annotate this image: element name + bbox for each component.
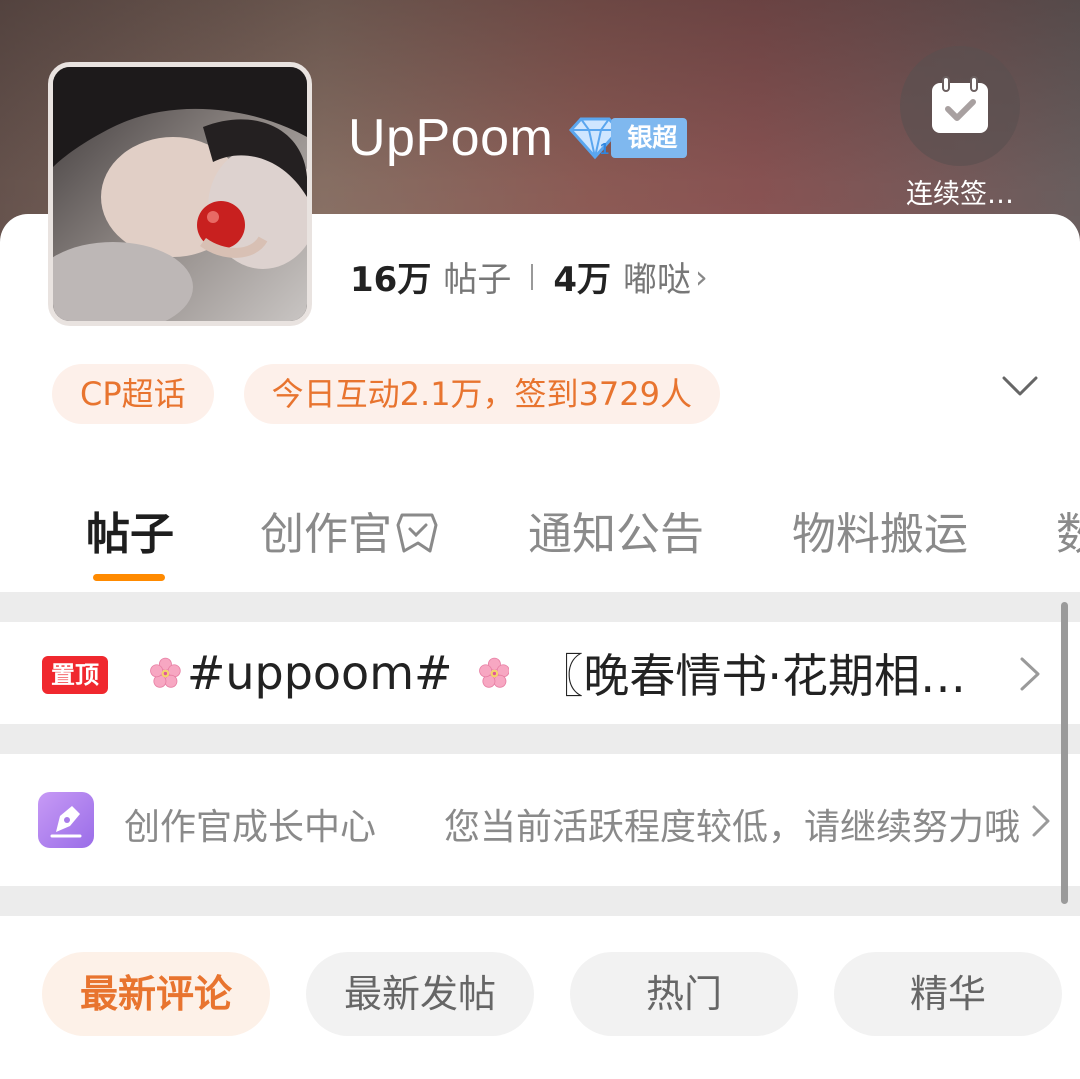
pinned-text: 〖晚春情书·花期相…	[537, 649, 966, 703]
pen-icon	[38, 792, 94, 848]
level-badge[interactable]: 1 银超	[567, 116, 688, 160]
cherry-blossom-icon	[150, 657, 181, 688]
filter-hot[interactable]: 热门	[570, 952, 798, 1036]
pinned-badge: 置顶	[42, 656, 108, 694]
posts-label: 帖子	[443, 260, 512, 300]
chevron-right-icon	[1032, 805, 1050, 837]
chevron-right-icon	[1020, 657, 1040, 691]
dudu-count: 4万	[553, 260, 611, 300]
tab-material[interactable]: 物料搬运	[792, 498, 968, 562]
checkin-label: 连续签…	[906, 179, 1014, 210]
pinned-title: #uppoom# 〖晚春情书·花期相…	[146, 640, 966, 706]
category-chip[interactable]: CP超话	[52, 364, 214, 424]
tab-creator[interactable]: 创作官	[260, 498, 440, 562]
tab-data[interactable]: 数	[1056, 498, 1080, 562]
creator-center-title: 创作官成长中心	[124, 807, 377, 848]
filter-latest-posts[interactable]: 最新发帖	[306, 952, 534, 1036]
badge-label: 银超	[611, 118, 688, 158]
stats-divider	[531, 263, 534, 290]
posts-count: 16万	[350, 260, 432, 300]
tab-posts[interactable]: 帖子	[86, 498, 174, 562]
stats-row[interactable]: 16万 帖子 4万 嘟哒 ›	[350, 252, 708, 301]
info-chips: CP超话 今日互动2.1万，签到3729人	[52, 364, 750, 424]
filter-latest-comments[interactable]: 最新评论	[42, 952, 270, 1036]
activity-chip[interactable]: 今日互动2.1万，签到3729人	[243, 364, 720, 424]
sort-filter-bar: 最新评论 最新发帖 热门 精华	[0, 916, 1080, 1079]
active-tab-indicator	[93, 574, 165, 581]
tab-creator-label: 创作官	[260, 509, 392, 560]
tab-bar: 帖子 创作官 通知公告 物料搬运 数	[0, 498, 1080, 568]
badge-icon	[396, 513, 438, 553]
title-row: UpPoom 1 银超	[348, 108, 688, 168]
filter-featured[interactable]: 精华	[834, 952, 1062, 1036]
pinned-post[interactable]: 置顶 #uppoom# 〖晚春情书·花期相…	[0, 622, 1080, 724]
svg-text:1: 1	[600, 141, 609, 158]
checkin-button[interactable]	[900, 46, 1020, 166]
cherry-blossom-icon	[478, 657, 510, 688]
topic-name: UpPoom	[348, 109, 554, 167]
chevron-down-icon[interactable]	[1000, 372, 1040, 402]
calendar-check-icon	[932, 76, 988, 133]
creator-center-status: 您当前活跃程度较低，请继续努力哦	[444, 807, 1021, 848]
chevron-right-icon: ›	[695, 257, 708, 296]
dudu-label: 嘟哒	[623, 260, 691, 300]
creator-center-row[interactable]: 创作官成长中心 您当前活跃程度较低，请继续努力哦	[0, 754, 1080, 886]
pinned-hashtag: #uppoom#	[186, 646, 453, 700]
scrollbar[interactable]	[1061, 602, 1068, 904]
avatar[interactable]	[48, 62, 312, 326]
tab-notice[interactable]: 通知公告	[528, 498, 704, 562]
